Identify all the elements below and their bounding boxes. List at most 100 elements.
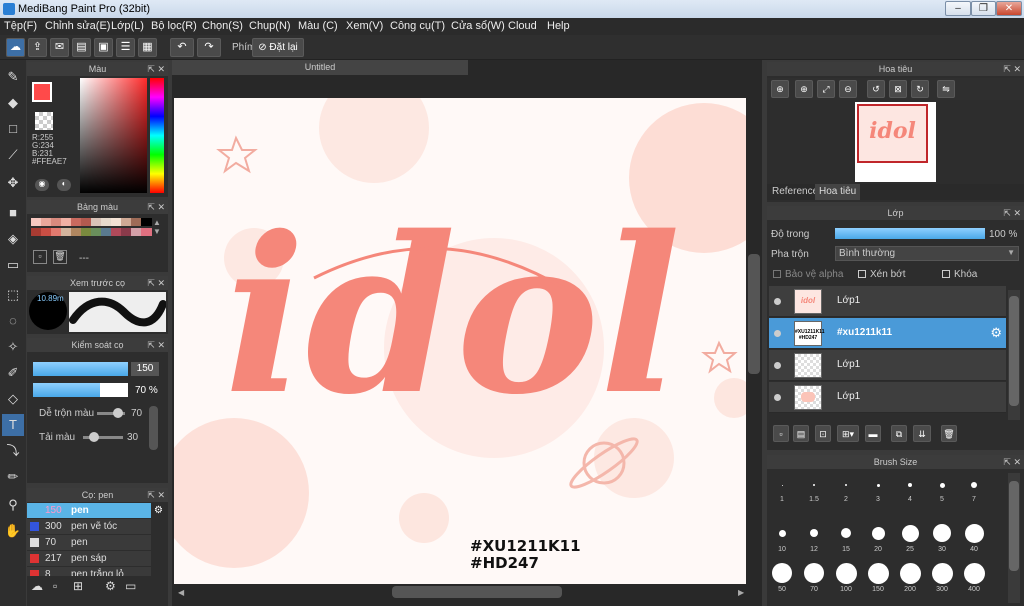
comment-icon[interactable]: ✉ — [50, 38, 69, 57]
main-color-swatch[interactable] — [32, 82, 52, 102]
brush-size-dot[interactable] — [876, 483, 880, 487]
brush-size-dot[interactable] — [931, 562, 953, 584]
menu-help[interactable]: Help — [547, 18, 570, 35]
gear-icon[interactable]: ⚙ — [154, 503, 163, 518]
panel-close-icon[interactable]: ⇱ ✕ — [1003, 455, 1021, 469]
new-swatch-icon[interactable]: ▫ — [33, 250, 47, 264]
delete-swatch-icon[interactable]: 🗑 — [53, 250, 67, 264]
panel-close-icon[interactable]: ⇱ ✕ — [147, 200, 165, 214]
merge-icon[interactable]: ⇊ — [913, 425, 931, 442]
export-icon[interactable]: ⇪ — [28, 38, 47, 57]
brush-size-dot[interactable] — [813, 484, 815, 486]
layer-row[interactable]: Lớp1 — [769, 350, 1006, 381]
eraser-tool-icon[interactable]: ◆ — [2, 92, 24, 114]
lock-checkbox[interactable] — [942, 270, 950, 278]
fit-icon[interactable]: ⤢ — [817, 80, 835, 98]
delete-layer-icon[interactable]: 🗑 — [941, 425, 957, 442]
menu-tools[interactable]: Công cụ(T) — [390, 18, 445, 35]
brush-size-dot[interactable] — [971, 482, 977, 488]
tab-reference[interactable]: Reference — [769, 184, 822, 200]
canvas-hscrollbar[interactable] — [392, 586, 562, 598]
tab-navigator[interactable]: Hoa tiêu — [815, 184, 861, 200]
palette-swatch[interactable] — [141, 218, 152, 226]
rect-tool-icon[interactable]: □ — [2, 118, 24, 140]
undo-icon[interactable]: ↶ — [170, 38, 194, 57]
line-tool-icon[interactable]: ⟋ — [2, 144, 24, 166]
rotate-right-icon[interactable]: ↻ — [911, 80, 929, 98]
cloud-icon[interactable]: ☁ — [6, 38, 25, 57]
palette-swatch[interactable] — [141, 228, 152, 236]
grid-icon[interactable]: ▦ — [138, 38, 157, 57]
mix-slider-handle[interactable] — [113, 408, 123, 418]
menu-edit[interactable]: Chỉnh sửa(E) — [45, 18, 110, 35]
brush-item[interactable]: 150 pen ⚙ — [27, 503, 163, 518]
color-wheel-icon[interactable]: ◐ — [57, 179, 71, 191]
eyedropper-icon[interactable]: ⚲ — [2, 494, 24, 516]
magic-wand-icon[interactable]: ✧ — [2, 336, 24, 358]
lasso-tool-icon[interactable]: ◌ — [2, 310, 24, 332]
brush-size-dot[interactable] — [939, 482, 945, 488]
eye-icon[interactable] — [774, 298, 781, 305]
duplicate-icon[interactable]: ⧉ — [891, 425, 907, 442]
cloud-brush-icon[interactable]: ☁ — [31, 579, 43, 593]
new-brush-icon[interactable]: ▫ — [53, 579, 57, 593]
gradient-tool-icon[interactable]: ▭ — [2, 254, 24, 276]
menu-layer[interactable]: Lớp(L) — [111, 18, 144, 35]
brush-size-dot[interactable] — [899, 562, 921, 584]
document-tab[interactable]: Untitled — [172, 60, 468, 75]
menu-cloud[interactable]: Cloud — [508, 18, 537, 35]
menu-color[interactable]: Màu (C) — [298, 18, 338, 35]
transparent-swatch[interactable] — [35, 112, 53, 130]
canvas-vscrollbar[interactable] — [748, 254, 760, 374]
layer-row-selected[interactable]: #XU1211K11 #HD247 #xu1211k11 ⚙ — [769, 318, 1006, 349]
brush-size-dot[interactable] — [933, 524, 951, 542]
hue-slider[interactable] — [150, 78, 164, 193]
brush-size-dot[interactable] — [772, 563, 792, 583]
palette-scroll-icon[interactable]: ▲ ▼ — [153, 218, 161, 236]
brush-size-scrollbar[interactable] — [1009, 481, 1019, 571]
new-layer-icon[interactable]: ▫ — [773, 425, 789, 442]
reset-view-icon[interactable]: ⊠ — [889, 80, 907, 98]
add-layer-menu-icon[interactable]: ⊞▾ — [837, 425, 859, 442]
brush-tool-icon[interactable]: ✎ — [2, 66, 24, 88]
scroll-right-icon[interactable]: ▶ — [738, 588, 744, 597]
reset-button[interactable]: ⊘ Đặt lại — [252, 38, 304, 57]
brush-size-dot[interactable] — [810, 529, 818, 537]
brush-size-dot[interactable] — [778, 529, 786, 537]
maximize-button[interactable]: ❐ — [971, 1, 996, 16]
reuse-slider-handle[interactable] — [89, 432, 99, 442]
layer-scrollbar[interactable] — [1009, 296, 1019, 406]
protect-alpha-checkbox[interactable] — [773, 270, 781, 278]
brush-size-dot[interactable] — [908, 483, 912, 487]
opacity-slider[interactable] — [33, 383, 128, 397]
panel-close-icon[interactable]: ⇱ ✕ — [1003, 206, 1021, 220]
blend-select[interactable]: Bình thường ▼ — [835, 246, 1019, 261]
redo-icon[interactable]: ↷ — [197, 38, 221, 57]
panel-close-icon[interactable]: ⇱ ✕ — [147, 338, 165, 352]
brush-item[interactable]: 217 pen sáp — [27, 551, 151, 566]
size-slider[interactable] — [33, 362, 128, 376]
close-button[interactable]: ✕ — [996, 1, 1022, 16]
frame-icon[interactable]: ▣ — [94, 38, 113, 57]
panel-close-icon[interactable]: ⇱ ✕ — [147, 276, 165, 290]
new-halftone-icon[interactable]: ▤ — [793, 425, 809, 442]
palette-swap-icon[interactable]: ◉ — [35, 179, 49, 191]
brush-size-dot[interactable] — [781, 484, 783, 486]
brush-size-dot[interactable] — [841, 528, 851, 538]
layer-row[interactable]: Lớp1 — [769, 382, 1006, 413]
panel-close-icon[interactable]: ⇱ ✕ — [147, 488, 165, 502]
brush-size-dot[interactable] — [804, 563, 824, 583]
operation-tool-icon[interactable]: ⤵ — [2, 440, 24, 462]
brush-size-dot[interactable] — [867, 562, 889, 584]
add-brush-icon[interactable]: ⊞ — [73, 579, 83, 593]
menu-select[interactable]: Chọn(S) — [202, 18, 243, 35]
navigator-thumbnail[interactable]: idol — [855, 102, 936, 182]
brush-size-dot[interactable] — [845, 484, 847, 486]
eye-icon[interactable] — [774, 362, 781, 369]
new-8bit-icon[interactable]: ⊡ — [815, 425, 831, 442]
select-pen-icon[interactable]: ✐ — [2, 362, 24, 384]
menu-capture[interactable]: Chụp(N) — [249, 18, 291, 35]
minimize-button[interactable]: – — [945, 1, 971, 16]
menu-window[interactable]: Cửa sổ(W) — [451, 18, 505, 35]
brush-item[interactable]: 300 pen vẽ tóc — [27, 519, 151, 534]
